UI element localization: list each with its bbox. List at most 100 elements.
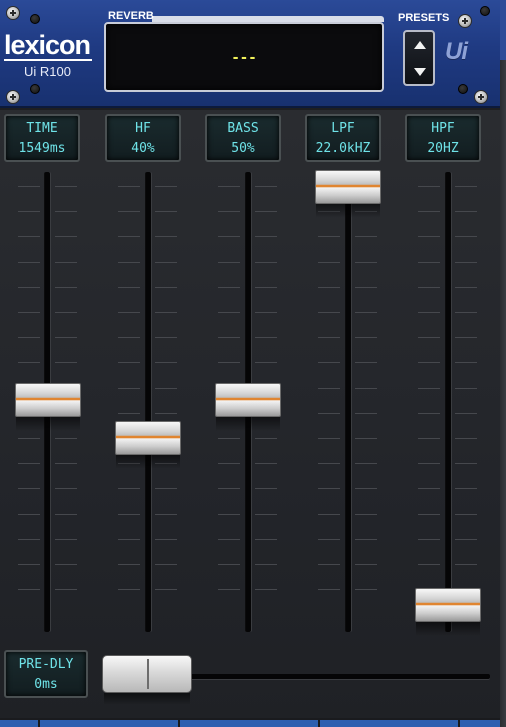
- time-fader-handle[interactable]: [15, 383, 81, 417]
- lpf-fader-track[interactable]: [346, 172, 351, 632]
- scale-tick: [355, 236, 377, 237]
- fader-shadow: [16, 417, 80, 431]
- scale-tick: [455, 211, 477, 212]
- scale-tick: [18, 236, 40, 237]
- scale-tick: [255, 211, 277, 212]
- scale-tick: [255, 236, 277, 237]
- fader-shadow: [416, 622, 480, 636]
- scale-tick: [118, 514, 140, 515]
- time-label: TIME: [26, 121, 58, 136]
- scale-tick: [418, 312, 440, 313]
- triangle-up-icon[interactable]: [414, 41, 426, 49]
- scale-tick: [255, 438, 277, 439]
- scale-tick: [155, 337, 177, 338]
- scale-tick: [55, 262, 77, 263]
- scale-tick: [55, 488, 77, 489]
- scale-tick: [55, 211, 77, 212]
- scale-tick: [55, 564, 77, 565]
- scale-tick: [155, 488, 177, 489]
- scale-tick: [218, 463, 240, 464]
- scale-tick: [455, 262, 477, 263]
- scale-tick: [18, 438, 40, 439]
- scale-tick: [418, 287, 440, 288]
- brand-logo-underline: [4, 59, 92, 61]
- scale-tick: [455, 413, 477, 414]
- scale-tick: [455, 539, 477, 540]
- scale-tick: [155, 539, 177, 540]
- scale-tick: [318, 564, 340, 565]
- scale-tick: [155, 564, 177, 565]
- footer-bar: [0, 718, 500, 727]
- scale-tick: [55, 312, 77, 313]
- predelay-value: 0ms: [34, 677, 58, 692]
- scale-tick: [418, 388, 440, 389]
- scale-tick: [455, 564, 477, 565]
- scale-tick: [55, 514, 77, 515]
- scale-tick: [355, 438, 377, 439]
- scale-tick: [55, 236, 77, 237]
- scale-tick: [318, 236, 340, 237]
- preset-display[interactable]: ---: [104, 22, 384, 92]
- scale-tick: [218, 211, 240, 212]
- scale-tick: [155, 287, 177, 288]
- scale-tick: [255, 362, 277, 363]
- scale-tick: [255, 589, 277, 590]
- scale-tick: [318, 337, 340, 338]
- scale-tick: [55, 337, 77, 338]
- screw-icon: [480, 6, 490, 16]
- scale-tick: [355, 589, 377, 590]
- scale-tick: [318, 362, 340, 363]
- scale-tick: [255, 262, 277, 263]
- triangle-down-icon[interactable]: [414, 68, 426, 76]
- scale-tick: [355, 488, 377, 489]
- scale-tick: [18, 589, 40, 590]
- scale-tick: [355, 388, 377, 389]
- scale-tick: [418, 211, 440, 212]
- scale-tick: [118, 564, 140, 565]
- brand-logo: lexicon: [4, 30, 91, 60]
- lpf-display: LPF 22.0kHZ: [305, 114, 381, 162]
- scale-tick: [155, 236, 177, 237]
- scale-tick: [418, 413, 440, 414]
- hpf-fader-track[interactable]: [446, 172, 451, 632]
- lpf-fader-handle[interactable]: [315, 170, 381, 204]
- scale-tick: [155, 589, 177, 590]
- scale-tick: [255, 186, 277, 187]
- scale-tick: [455, 488, 477, 489]
- scale-tick: [418, 488, 440, 489]
- scale-tick: [418, 262, 440, 263]
- scale-tick: [455, 186, 477, 187]
- scale-tick: [18, 514, 40, 515]
- scale-tick: [355, 564, 377, 565]
- preset-stepper[interactable]: [403, 30, 435, 86]
- predelay-fader-handle[interactable]: [102, 655, 192, 693]
- scale-tick: [318, 539, 340, 540]
- scale-tick: [355, 514, 377, 515]
- scale-tick: [455, 362, 477, 363]
- scale-tick: [455, 287, 477, 288]
- scale-tick: [355, 337, 377, 338]
- scale-tick: [218, 262, 240, 263]
- scale-tick: [418, 463, 440, 464]
- scale-tick: [255, 312, 277, 313]
- hpf-fader-handle[interactable]: [415, 588, 481, 622]
- scale-tick: [418, 362, 440, 363]
- scale-tick: [118, 388, 140, 389]
- bass-fader-handle[interactable]: [215, 383, 281, 417]
- fader-grip: [147, 659, 149, 689]
- scale-tick: [418, 236, 440, 237]
- scale-tick: [318, 438, 340, 439]
- scale-tick: [18, 337, 40, 338]
- scale-tick: [218, 287, 240, 288]
- hf-fader-handle[interactable]: [115, 421, 181, 455]
- scale-tick: [218, 186, 240, 187]
- scale-tick: [18, 287, 40, 288]
- scale-tick: [218, 539, 240, 540]
- scale-tick: [455, 337, 477, 338]
- scale-tick: [455, 438, 477, 439]
- fader-shadow: [116, 455, 180, 469]
- hf-fader-track[interactable]: [146, 172, 151, 632]
- scale-tick: [355, 287, 377, 288]
- predelay-display: PRE-DLY 0ms: [4, 650, 88, 698]
- scale-tick: [218, 337, 240, 338]
